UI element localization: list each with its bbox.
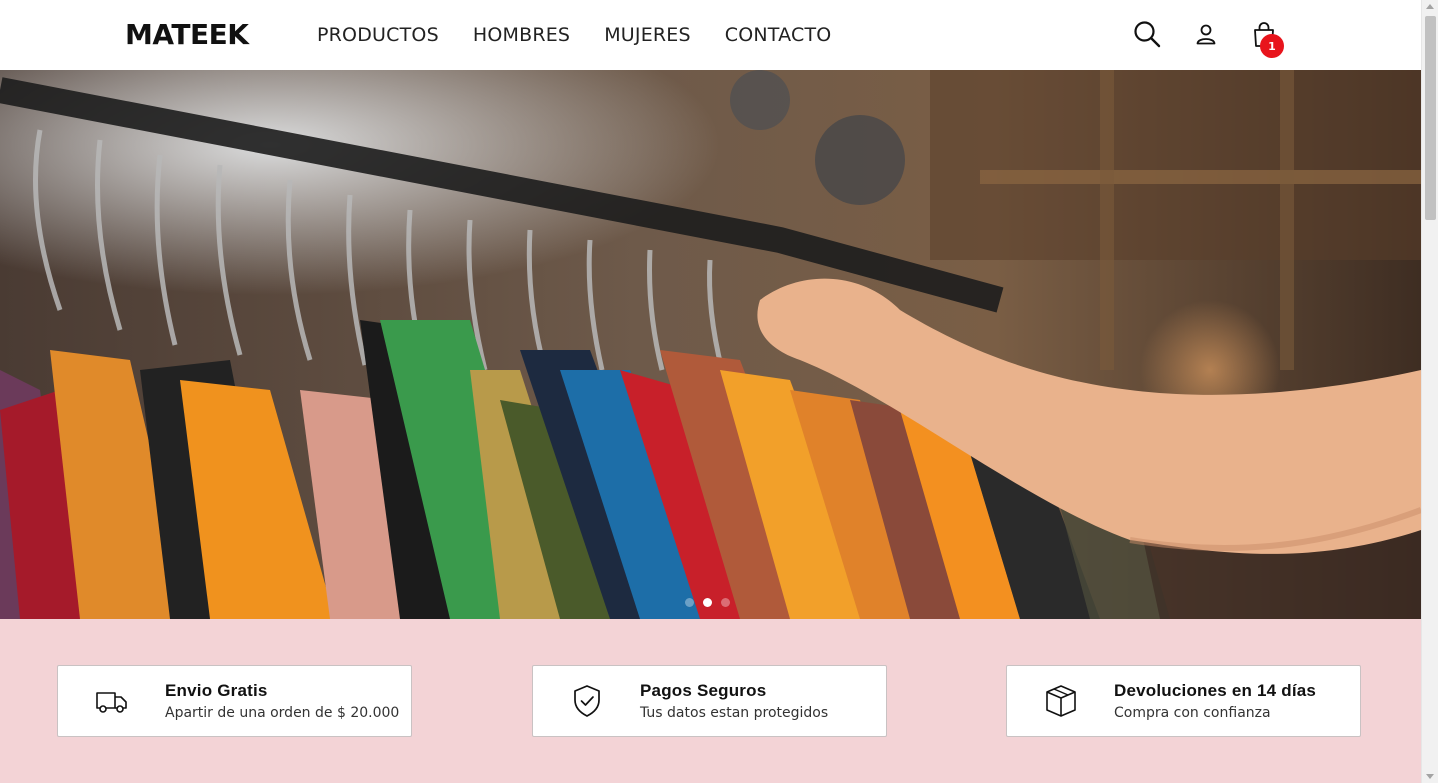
feature-card-secure-payments: Pagos Seguros Tus datos estan protegidos (532, 665, 887, 737)
hero-image (0, 70, 1421, 619)
user-icon[interactable] (1195, 23, 1217, 49)
cart-count-badge: 1 (1260, 34, 1284, 58)
feature-subtitle: Tus datos estan protegidos (640, 705, 829, 721)
carousel-dots (685, 598, 730, 607)
carousel-dot-3[interactable] (721, 598, 730, 607)
feature-title: Devoluciones en 14 días (1114, 681, 1317, 700)
site-header: MATEEK PRODUCTOS HOMBRES MUJERES CONTACT… (0, 0, 1421, 70)
feature-card-returns: Devoluciones en 14 días Compra con confi… (1006, 665, 1361, 737)
scroll-up-arrow-icon[interactable] (1426, 4, 1434, 9)
header-actions: 1 (1133, 20, 1293, 60)
feature-subtitle: Compra con confianza (1114, 705, 1271, 721)
site-logo[interactable]: MATEEK (125, 18, 249, 51)
nav-link-hombres[interactable]: HOMBRES (473, 24, 570, 46)
features-section: Envio Gratis Apartir de una orden de $ 2… (0, 619, 1421, 783)
feature-card-free-shipping: Envio Gratis Apartir de una orden de $ 2… (57, 665, 412, 737)
truck-icon (94, 683, 130, 719)
carousel-dot-2[interactable] (703, 598, 712, 607)
scrollbar-thumb[interactable] (1425, 16, 1436, 220)
nav-link-productos[interactable]: PRODUCTOS (317, 24, 439, 46)
nav-link-mujeres[interactable]: MUJERES (604, 24, 691, 46)
search-icon[interactable] (1133, 20, 1161, 52)
nav-link-contacto[interactable]: CONTACTO (725, 24, 832, 46)
feature-title: Envio Gratis (165, 681, 268, 700)
box-icon (1043, 683, 1079, 719)
page-scrollbar[interactable] (1421, 0, 1438, 783)
main-nav: PRODUCTOS HOMBRES MUJERES CONTACTO (317, 24, 831, 46)
carousel-dot-1[interactable] (685, 598, 694, 607)
scroll-down-arrow-icon[interactable] (1426, 774, 1434, 779)
feature-subtitle: Apartir de una orden de $ 20.000 (165, 705, 400, 721)
hero-banner[interactable] (0, 70, 1421, 619)
shield-check-icon (569, 683, 605, 719)
feature-title: Pagos Seguros (640, 681, 767, 700)
